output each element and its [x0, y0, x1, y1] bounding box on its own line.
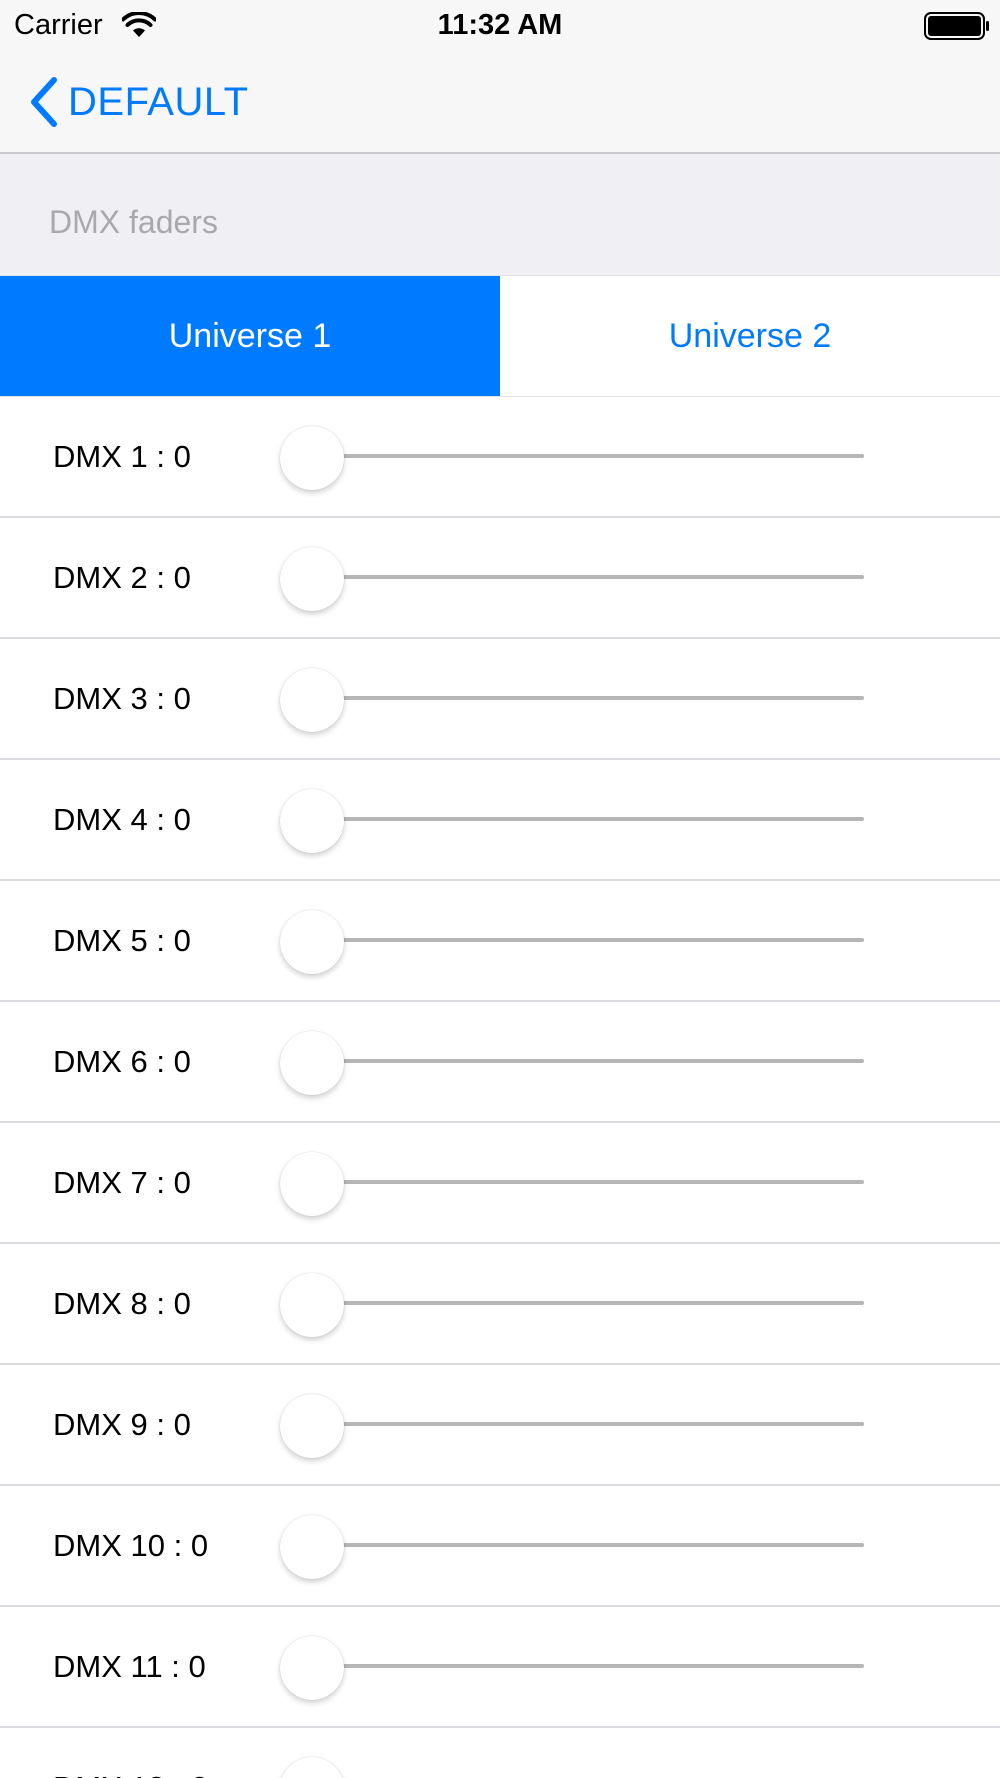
slider-track — [312, 1664, 864, 1668]
slider-thumb[interactable] — [280, 426, 344, 490]
slider-track — [312, 575, 864, 579]
universe-segmented-control: Universe 1 Universe 2 — [0, 275, 1000, 397]
back-button[interactable]: DEFAULT — [28, 76, 249, 128]
fader-label: DMX 11 : 0 — [53, 1649, 206, 1684]
dmx-fader-slider[interactable] — [280, 639, 864, 758]
fader-label: DMX 10 : 0 — [53, 1528, 209, 1563]
dmx-fader-slider[interactable] — [280, 1365, 864, 1484]
slider-thumb[interactable] — [280, 1515, 344, 1579]
slider-thumb[interactable] — [280, 668, 344, 732]
slider-track — [312, 1543, 864, 1547]
fader-label: DMX 6 : 0 — [53, 1044, 191, 1079]
fader-label: DMX 3 : 0 — [53, 681, 191, 716]
fader-row: DMX 2 : 0 — [0, 518, 1000, 639]
status-bar: Carrier 11:32 AM — [0, 0, 1000, 50]
slider-thumb[interactable] — [280, 1031, 344, 1095]
fader-label: DMX 8 : 0 — [53, 1286, 191, 1321]
fader-label: DMX 2 : 0 — [53, 560, 191, 595]
navigation-bar: DEFAULT — [0, 50, 1000, 154]
dmx-fader-slider[interactable] — [280, 1123, 864, 1242]
fader-row: DMX 5 : 0 — [0, 881, 1000, 1002]
slider-thumb[interactable] — [280, 910, 344, 974]
slider-thumb[interactable] — [280, 1152, 344, 1216]
fader-row: DMX 3 : 0 — [0, 639, 1000, 760]
status-time: 11:32 AM — [437, 9, 563, 41]
dmx-fader-slider[interactable] — [280, 518, 864, 637]
slider-thumb[interactable] — [280, 1757, 344, 1778]
fader-label: DMX 1 : 0 — [53, 439, 191, 474]
fader-label: DMX 12 : 0 — [53, 1728, 208, 1778]
fader-row: DMX 10 : 0 — [0, 1486, 1000, 1607]
fader-row: DMX 9 : 0 — [0, 1365, 1000, 1486]
slider-thumb[interactable] — [280, 1273, 344, 1337]
slider-track — [312, 938, 864, 942]
fader-row: DMX 8 : 0 — [0, 1244, 1000, 1365]
segment-universe-1[interactable]: Universe 1 — [0, 276, 500, 396]
fader-row: DMX 7 : 0 — [0, 1123, 1000, 1244]
slider-track — [312, 1059, 864, 1063]
slider-track — [312, 454, 864, 458]
slider-track — [312, 1301, 864, 1305]
slider-track — [312, 817, 864, 821]
fader-row: DMX 11 : 0 — [0, 1607, 1000, 1728]
slider-thumb[interactable] — [280, 789, 344, 853]
battery-icon — [924, 12, 989, 40]
chevron-left-icon — [31, 77, 57, 127]
slider-track — [312, 1180, 864, 1184]
dmx-fader-slider[interactable] — [280, 1002, 864, 1121]
dmx-fader-slider[interactable] — [280, 881, 864, 1000]
slider-track — [312, 696, 864, 700]
slider-thumb[interactable] — [280, 1394, 344, 1458]
fader-row: DMX 12 : 0 — [0, 1728, 1000, 1778]
dmx-fader-slider[interactable] — [280, 397, 864, 516]
fader-label: DMX 5 : 0 — [53, 923, 191, 958]
fader-label: DMX 9 : 0 — [53, 1407, 191, 1442]
slider-track — [312, 1422, 864, 1426]
fader-list: DMX 1 : 0 DMX 2 : 0 DMX 3 : 0 DMX 4 : 0 DMX … — [0, 397, 1000, 1778]
back-label: DEFAULT — [68, 79, 249, 124]
slider-thumb[interactable] — [280, 547, 344, 611]
fader-label: DMX 4 : 0 — [53, 802, 191, 837]
dmx-fader-slider[interactable] — [280, 1486, 864, 1605]
fader-row: DMX 1 : 0 — [0, 397, 1000, 518]
dmx-fader-slider[interactable] — [280, 1244, 864, 1363]
segment-universe-2[interactable]: Universe 2 — [500, 276, 1000, 396]
slider-thumb[interactable] — [280, 1636, 344, 1700]
dmx-fader-slider[interactable] — [280, 760, 864, 879]
dmx-fader-slider[interactable] — [280, 1728, 864, 1778]
fader-row: DMX 6 : 0 — [0, 1002, 1000, 1123]
dmx-fader-slider[interactable] — [280, 1607, 864, 1726]
fader-label: DMX 7 : 0 — [53, 1165, 191, 1200]
section-header: DMX faders — [49, 204, 218, 240]
fader-row: DMX 4 : 0 — [0, 760, 1000, 881]
